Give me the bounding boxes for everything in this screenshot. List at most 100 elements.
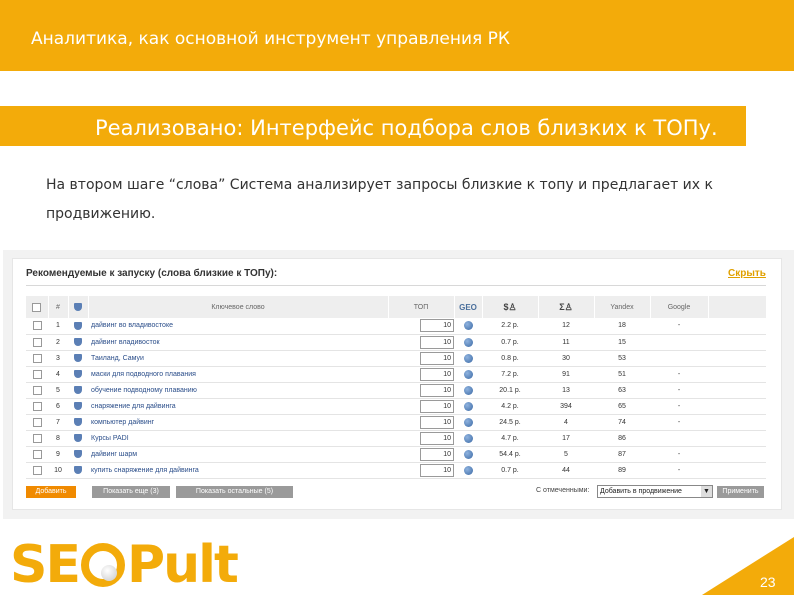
divider	[26, 285, 766, 286]
keyword-link[interactable]: снаряжение для дайвинга	[88, 398, 388, 415]
row-checkbox[interactable]	[32, 401, 42, 411]
google-cell: -	[650, 398, 708, 415]
col-keyword[interactable]: Ключевое слово	[88, 296, 389, 318]
select-all-checkbox[interactable]	[32, 302, 42, 312]
table-row: 9 дайвинг шарм 10 54.4 р. 5 87-	[26, 446, 766, 463]
col-count[interactable]: Σ♙	[538, 296, 595, 318]
keyword-link[interactable]: Курсы PADI	[88, 430, 388, 447]
row-checkbox[interactable]	[32, 433, 42, 443]
show-rest-button[interactable]: Показать остальные (5)	[176, 486, 293, 498]
table-row: 7 компьютер дайвинг 10 24.5 р. 4 74-	[26, 414, 766, 431]
globe-icon[interactable]	[463, 353, 473, 363]
globe-icon[interactable]	[463, 417, 473, 427]
count-cell: 5	[538, 446, 594, 463]
keyword-link[interactable]: Таиланд, Самуи	[88, 350, 388, 367]
row-number: 10	[48, 462, 68, 479]
page-number: 23	[760, 574, 776, 590]
page-corner	[702, 537, 794, 595]
add-button[interactable]: Добавить	[26, 486, 76, 498]
keyword-link[interactable]: дайвинг владивосток	[88, 334, 388, 351]
count-cell: 11	[538, 334, 594, 351]
selected-action-label: С отмеченными:	[536, 487, 590, 494]
col-geo[interactable]: GEO	[454, 296, 483, 318]
count-cell: 30	[538, 350, 594, 367]
top-input[interactable]: 10	[420, 399, 454, 413]
top-input[interactable]: 10	[420, 431, 454, 445]
top-input[interactable]: 10	[420, 335, 454, 349]
yandex-cell: 15	[594, 334, 650, 351]
row-number: 3	[48, 350, 68, 367]
show-more-button[interactable]: Показать еще (3)	[92, 486, 170, 498]
col-price[interactable]: $♙	[482, 296, 539, 318]
yandex-cell: 89	[594, 462, 650, 479]
keyword-link[interactable]: дайвинг шарм	[88, 446, 388, 463]
table-row: 10 купить снаряжение для дайвинга 10 0.7 р.…	[26, 462, 766, 479]
yandex-cell: 74	[594, 414, 650, 431]
shield-icon[interactable]	[74, 418, 82, 426]
shield-icon[interactable]	[74, 338, 82, 346]
globe-icon[interactable]	[463, 433, 473, 443]
action-select[interactable]: Добавить в продвижение ▼	[597, 485, 713, 498]
row-checkbox[interactable]	[32, 337, 42, 347]
shield-icon[interactable]	[74, 370, 82, 378]
shield-icon[interactable]	[74, 402, 82, 410]
row-checkbox[interactable]	[32, 321, 42, 331]
price-cell: 0.8 р.	[482, 350, 538, 367]
top-input[interactable]: 10	[420, 415, 454, 429]
col-number[interactable]: #	[48, 296, 69, 318]
top-input[interactable]: 10	[420, 463, 454, 477]
top-input[interactable]: 10	[420, 351, 454, 365]
hide-link[interactable]: Скрыть	[728, 268, 766, 279]
col-google[interactable]: Google	[650, 296, 709, 318]
globe-icon[interactable]	[463, 449, 473, 459]
shield-icon[interactable]	[74, 434, 82, 442]
row-number: 1	[48, 318, 68, 335]
google-cell	[650, 334, 708, 351]
row-checkbox[interactable]	[32, 353, 42, 363]
sum-person-icon: Σ♙	[559, 301, 573, 312]
price-cell: 54.4 р.	[482, 446, 538, 463]
shield-icon	[74, 303, 82, 311]
row-checkbox[interactable]	[32, 417, 42, 427]
top-input[interactable]: 10	[420, 447, 454, 461]
dollar-person-icon: $♙	[503, 301, 517, 312]
shield-icon[interactable]	[74, 386, 82, 394]
top-input[interactable]: 10	[420, 367, 454, 381]
table-row: 3 Таиланд, Самуи 10 0.8 р. 30 53	[26, 350, 766, 367]
shield-icon[interactable]	[74, 466, 82, 474]
shield-icon[interactable]	[74, 450, 82, 458]
globe-icon[interactable]	[463, 369, 473, 379]
row-checkbox[interactable]	[32, 369, 42, 379]
keyword-link[interactable]: компьютер дайвинг	[88, 414, 388, 431]
globe-icon[interactable]	[463, 321, 473, 331]
globe-icon[interactable]	[463, 401, 473, 411]
globe-icon[interactable]	[463, 385, 473, 395]
table-row: 8 Курсы PADI 10 4.7 р. 17 86	[26, 430, 766, 447]
row-number: 5	[48, 382, 68, 399]
row-checkbox[interactable]	[32, 449, 42, 459]
dropdown-arrow-icon: ▼	[701, 486, 712, 497]
globe-icon[interactable]	[463, 465, 473, 475]
keyword-link[interactable]: обучение подводному плаванию	[88, 382, 388, 399]
yandex-cell: 65	[594, 398, 650, 415]
top-input[interactable]: 10	[420, 383, 454, 397]
row-checkbox[interactable]	[32, 465, 42, 475]
globe-icon[interactable]	[463, 337, 473, 347]
yandex-cell: 51	[594, 366, 650, 383]
keyword-link[interactable]: маски для подводного плавания	[88, 366, 388, 383]
shield-icon[interactable]	[74, 354, 82, 362]
col-yandex[interactable]: Yandex	[594, 296, 651, 318]
yandex-cell: 63	[594, 382, 650, 399]
shield-icon[interactable]	[74, 321, 82, 330]
apply-button[interactable]: Применить	[717, 486, 764, 498]
keyword-link[interactable]: дайвинг во владивостоке	[88, 318, 388, 335]
yandex-cell: 18	[594, 318, 650, 335]
col-top[interactable]: ТОП	[388, 296, 455, 318]
table-row: 5 обучение подводному плаванию 10 20.1 р. 13…	[26, 382, 766, 399]
description-text: На втором шаге “слова” Система анализиру…	[46, 177, 713, 222]
row-checkbox[interactable]	[32, 385, 42, 395]
count-cell: 394	[538, 398, 594, 415]
price-cell: 24.5 р.	[482, 414, 538, 431]
keyword-link[interactable]: купить снаряжение для дайвинга	[88, 462, 388, 479]
top-input[interactable]: 10	[420, 319, 454, 333]
